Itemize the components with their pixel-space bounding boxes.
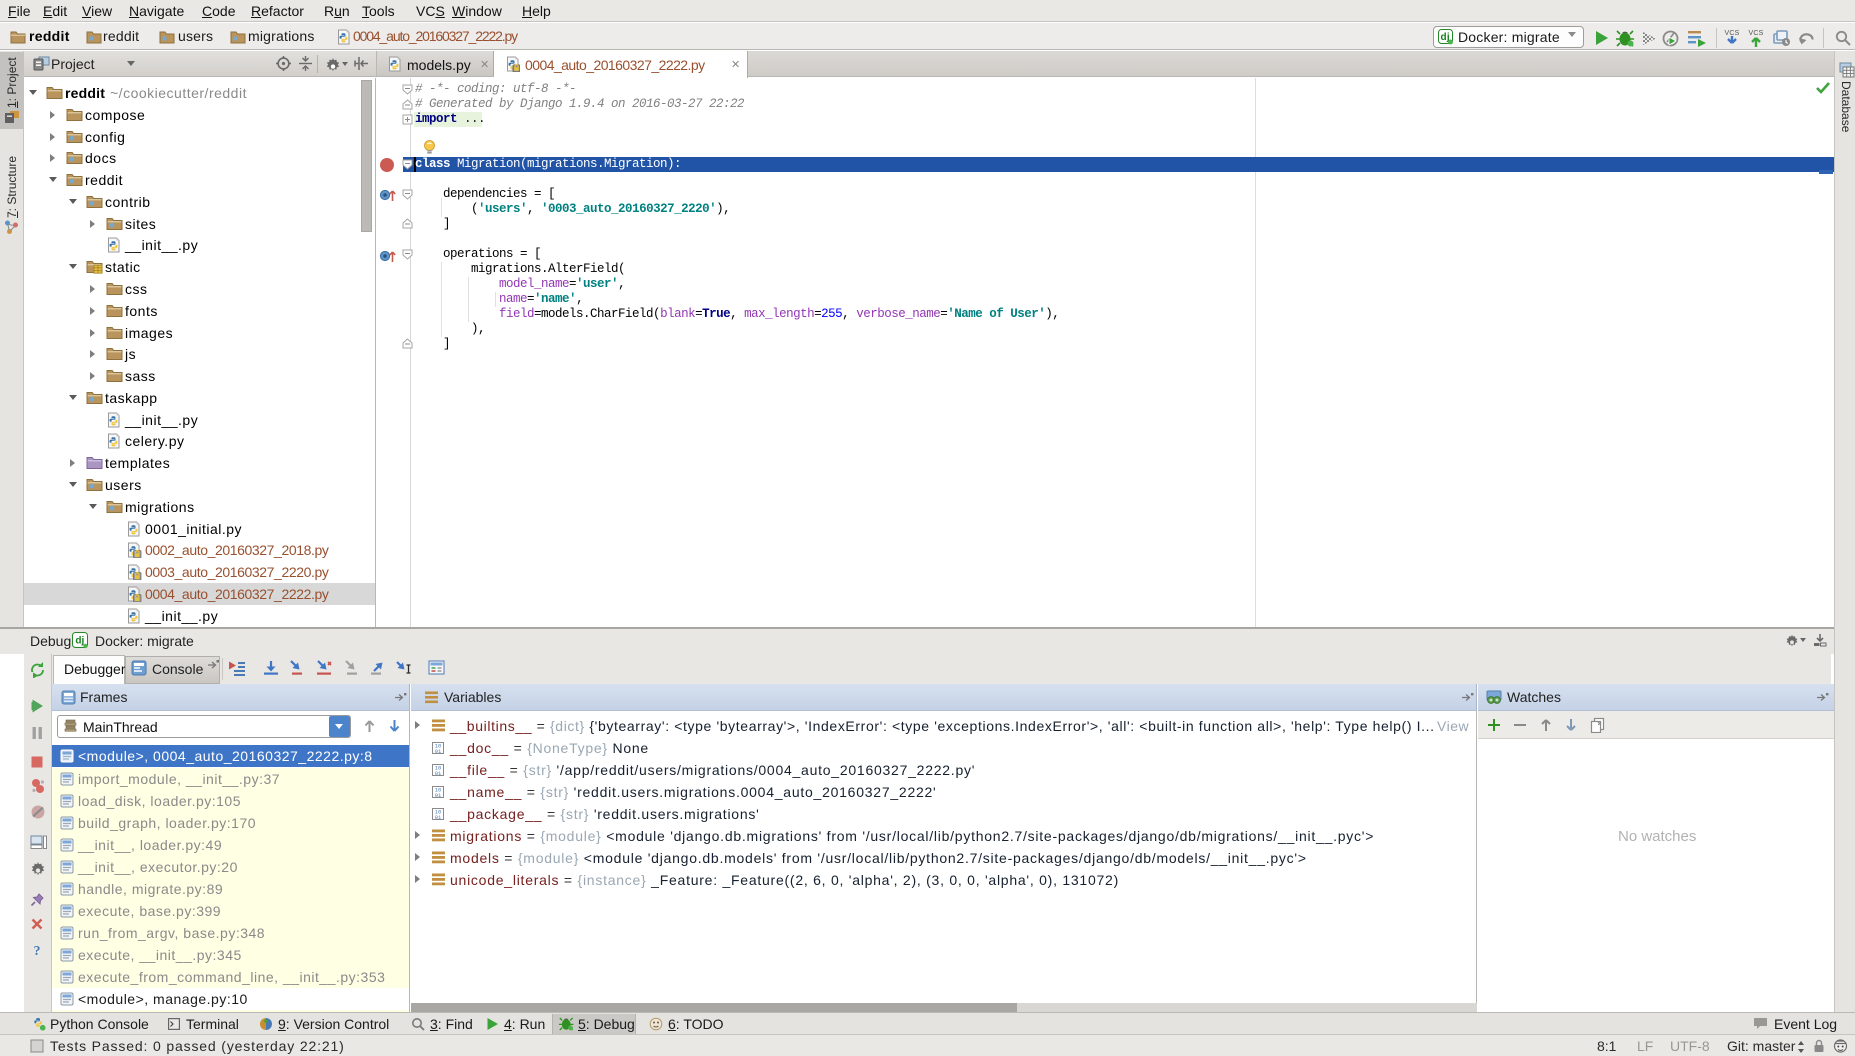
- svg-text:VCS: VCS: [1725, 30, 1740, 37]
- svg-text:01: 01: [435, 792, 442, 799]
- svg-text:?: ?: [34, 944, 41, 958]
- svg-text:VCS: VCS: [1749, 30, 1764, 37]
- svg-text:01: 01: [435, 814, 442, 821]
- svg-text:01: 01: [435, 770, 442, 777]
- svg-text:dj: dj: [75, 636, 84, 647]
- svg-text:01: 01: [435, 748, 442, 755]
